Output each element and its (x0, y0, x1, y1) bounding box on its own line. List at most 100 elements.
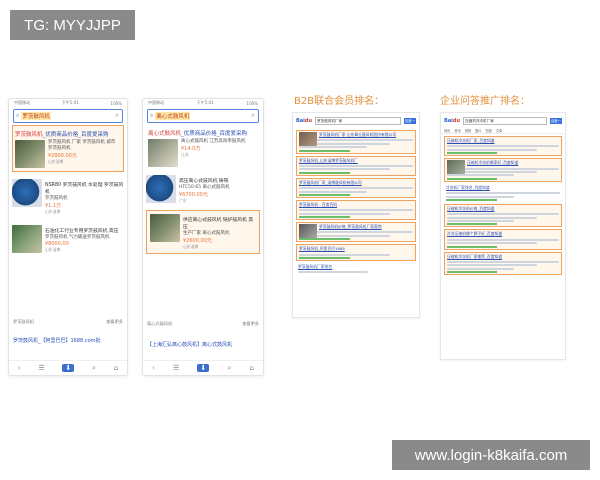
serp-result[interactable]: 罗茨鼓风机价格_罗茨鼓风机厂家直销 (296, 222, 416, 243)
serp-search-button[interactable]: 百度一下 (550, 117, 562, 129)
location-label: 广东 (179, 198, 187, 203)
clear-icon[interactable]: ✕ (251, 113, 255, 119)
status-bar: 中国移动 下午5:41 100% (143, 99, 263, 107)
serp-result[interactable]: 罗茨鼓风机 - 百度百科 (296, 199, 416, 221)
product-thumbnail[interactable] (12, 179, 42, 207)
result-title[interactable]: 冷冻压缩机哪个牌子好_百度知道 (447, 231, 559, 237)
serp-result[interactable]: 罗茨鼓风机厂家_淄博鼓风机有限公司 (296, 177, 416, 198)
location-label: 江苏 (181, 152, 189, 157)
baidu-logo: Baidu (444, 117, 461, 124)
serp-result[interactable]: 罗茨鼓风机_阿里巴巴1688 (296, 244, 416, 262)
highlighted-result[interactable]: 供应离心式鼓风机 锅炉鼓风机 高压 生产厂家 离心式鼓风机 ¥2600.00元 … (146, 210, 260, 254)
search-query: 离心式鼓风机 (155, 112, 191, 120)
tab-news[interactable]: 资讯 (454, 128, 460, 133)
product-thumbnail[interactable] (150, 214, 180, 242)
qa-ranking-heading: 企业问答推广排名： (440, 96, 530, 107)
tab-wenku[interactable]: 文库 (496, 128, 502, 133)
back-icon[interactable]: ‹ (152, 364, 155, 372)
list-item[interactable]: NSR80 罗茨鼓风机 水处理 罗茨鼓风机 罗茨鼓风机 ¥1.1万 山东淄博 (9, 176, 127, 218)
result-title[interactable]: 离心式鼓风机_优质商品价格_百度爱采购 (148, 129, 258, 137)
tab-video[interactable]: 视频 (465, 128, 471, 133)
tab-images[interactable]: 图片 (475, 128, 481, 133)
b2b-serp-screenshot: Baidu 罗茨鼓风机厂家 百度一下 罗茨鼓风机厂家 山东章丘鼓风机股份有限公司… (292, 112, 420, 318)
battery-label: 100% (246, 100, 258, 106)
serp-header: Baidu 压缩机冷冻机厂家 百度一下 (441, 113, 565, 129)
more-link[interactable]: 查看更多 (106, 319, 123, 325)
search-nav-icon[interactable]: ⌕ (227, 364, 231, 373)
footer-link[interactable]: 罗茨鼓风机_【阿里巴巴】1688.com批 (13, 337, 123, 344)
search-icon: ⌕ (150, 112, 154, 119)
serp-result[interactable]: 罗茨鼓风机_山东淄博罗茨鼓风机厂 (296, 155, 416, 176)
clear-icon[interactable]: ✕ (115, 113, 119, 119)
result-thumbnail (299, 224, 317, 239)
price-label: ¥1.1万 (45, 203, 62, 209)
more-row: 罗茨鼓风机 查看更多 (13, 319, 123, 325)
serp-result[interactable]: 压缩机冷冻机哪家好_百度知道 (444, 158, 562, 182)
b2b-ranking-heading: B2B联合会员排名： (294, 96, 385, 107)
download-icon[interactable]: ⬇ (197, 364, 210, 372)
first-result[interactable]: 离心式鼓风机_优质商品价格_百度爱采购 离心式鼓风机 江苏高效率鼓风机 ¥14.… (146, 125, 260, 170)
result-title[interactable]: 压缩机冷冻机价格_百度知道 (447, 206, 559, 212)
item-title[interactable]: 石油化工行业专用罗茨鼓风机 高压 (45, 227, 124, 234)
list-item[interactable]: 高压离心式鼓风机 铸铁 HTC50-65 离心式鼓风机 ¥6700.00元 广东 (143, 172, 263, 207)
price-label: ¥6700.00元 (179, 192, 208, 198)
location-label: 山东淄博 (45, 209, 61, 214)
serp-search-button[interactable]: 百度一下 (404, 117, 416, 129)
serp-tabs: 网页 资讯 视频 图片 知道 文库 (441, 128, 565, 134)
serp-result[interactable]: 压缩机冷冻机厂家_百度知道 (444, 136, 562, 157)
home-icon[interactable]: ⌂ (114, 364, 118, 372)
product-thumbnail[interactable] (146, 175, 176, 203)
result-title[interactable]: 罗茨鼓风机厂家排名 (298, 264, 414, 270)
result-title[interactable]: 罗茨鼓风机 - 百度百科 (299, 202, 413, 208)
status-bar: 中国移动 下午5:41 100% (9, 99, 127, 107)
result-title[interactable]: 罗茨鼓风机_优质商品价格_百度爱采购 (15, 130, 121, 138)
result-title[interactable]: 罗茨鼓风机价格_罗茨鼓风机厂家直销 (319, 224, 413, 230)
item-title[interactable]: 高压离心式鼓风机 铸铁 (179, 177, 260, 184)
highlighted-result[interactable]: 罗茨鼓风机_优质商品价格_百度爱采购 罗茨鼓风机 厂家 罗茨鼓风机 城市 罗茨鼓… (12, 125, 124, 172)
search-input[interactable]: ⌕ 离心式鼓风机 ✕ (147, 109, 259, 123)
product-thumbnail[interactable] (12, 225, 42, 253)
result-title[interactable]: 罗茨鼓风机_山东淄博罗茨鼓风机厂 (299, 158, 413, 164)
serp-result[interactable]: 压缩机冷冻机厂家推荐_百度知道 (444, 251, 562, 276)
product-thumbnail[interactable] (15, 140, 45, 168)
item-title[interactable]: 供应离心式鼓风机 锅炉鼓风机 高压 (183, 216, 256, 230)
product-thumbnail[interactable] (148, 139, 178, 167)
carrier-label: 中国移动 (14, 100, 30, 105)
phone-screenshot-1: 中国移动 下午5:41 100% ⌕ 罗茨鼓风机 ✕ 罗茨鼓风机_优质商品价格_… (8, 98, 128, 376)
serp-search-input[interactable]: 罗茨鼓风机厂家 (315, 116, 401, 125)
search-input[interactable]: ⌕ 罗茨鼓风机 ✕ (13, 109, 123, 123)
baidu-logo: Baidu (296, 117, 313, 124)
serp-result[interactable]: 罗茨鼓风机厂家 山东章丘鼓风机股份有限公司 (296, 130, 416, 154)
more-keyword: 离心式鼓风机 (147, 321, 173, 326)
home-icon[interactable]: ⌂ (249, 364, 253, 372)
item-title[interactable]: NSR80 罗茨鼓风机 水处理 罗茨鼓风机 (45, 181, 124, 195)
search-nav-icon[interactable]: ⌕ (92, 364, 96, 373)
serp-search-input[interactable]: 压缩机冷冻机厂家 (463, 116, 547, 125)
back-icon[interactable]: ‹ (18, 364, 21, 372)
tab-zhidao[interactable]: 知道 (486, 128, 492, 133)
serp-result[interactable]: 罗茨鼓风机厂家排名 (296, 263, 416, 276)
price-label: ¥2600.00元 (183, 238, 212, 244)
result-title[interactable]: 罗茨鼓风机厂家 山东章丘鼓风机股份有限公司 (319, 132, 413, 138)
download-icon[interactable]: ⬇ (62, 364, 75, 372)
location-label: 山东淄博 (45, 247, 61, 252)
result-title[interactable]: 冷冻机厂家排名_百度知道 (446, 185, 560, 191)
result-title[interactable]: 压缩机冷冻机厂家_百度知道 (447, 138, 559, 144)
price-label: ¥14.0万 (181, 146, 201, 152)
menu-icon[interactable]: ☰ (38, 364, 44, 372)
list-item[interactable]: 石油化工行业专用罗茨鼓风机 高压 罗茨鼓风机 气力输送罗茨鼓风机 ¥8000.0… (9, 222, 127, 256)
search-icon: ⌕ (16, 112, 20, 119)
footer-link[interactable]: 【上海汇弘离心鼓风机】离心式鼓风机 (147, 341, 259, 348)
result-title[interactable]: 罗茨鼓风机厂家_淄博鼓风机有限公司 (299, 180, 413, 186)
result-title[interactable]: 罗茨鼓风机_阿里巴巴1688 (299, 246, 413, 252)
serp-header: Baidu 罗茨鼓风机厂家 百度一下 (293, 113, 419, 129)
menu-icon[interactable]: ☰ (173, 364, 179, 372)
more-link[interactable]: 查看更多 (242, 321, 259, 327)
result-desc: 罗茨鼓风机 厂家 罗茨鼓风机 城市 罗茨鼓风机 (48, 140, 116, 151)
serp-result[interactable]: 冷冻机厂家排名_百度知道 (444, 184, 562, 202)
result-title[interactable]: 压缩机冷冻机厂家推荐_百度知道 (447, 254, 559, 260)
serp-result[interactable]: 冷冻压缩机哪个牌子好_百度知道 (444, 229, 562, 250)
result-title[interactable]: 压缩机冷冻机哪家好_百度知道 (467, 160, 559, 166)
serp-result[interactable]: 压缩机冷冻机价格_百度知道 (444, 203, 562, 228)
tab-web[interactable]: 网页 (444, 128, 450, 133)
